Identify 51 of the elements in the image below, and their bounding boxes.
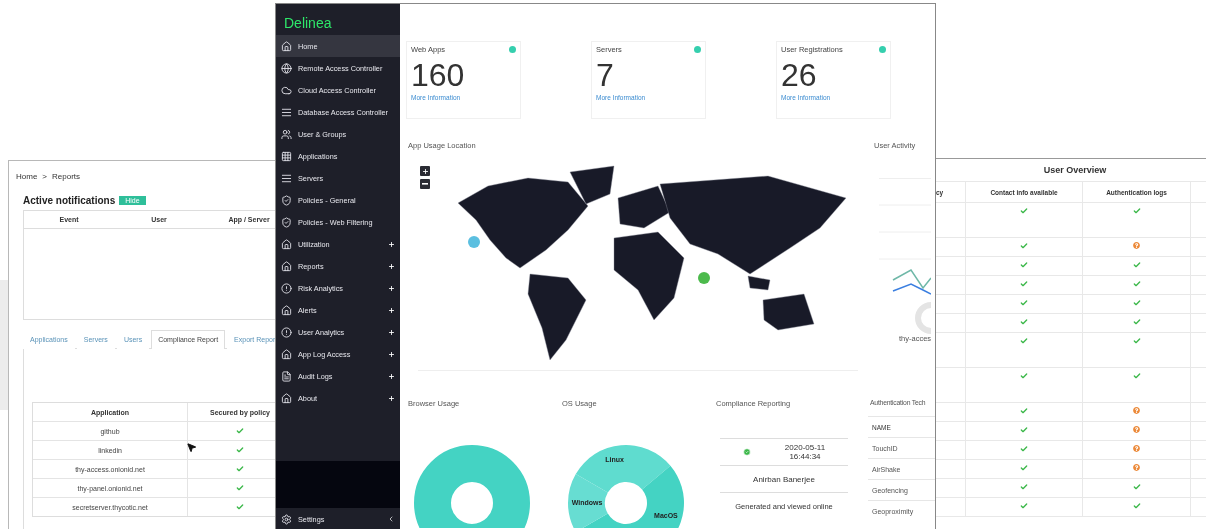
cloud-icon (281, 84, 292, 96)
users-icon (281, 128, 292, 140)
plus-icon (388, 284, 395, 292)
chevron-icon (387, 515, 395, 523)
shield-icon (281, 194, 292, 206)
plus-icon (388, 372, 395, 380)
document-icon (281, 370, 292, 382)
breadcrumb-item[interactable]: Home (16, 172, 38, 181)
globe-icon (281, 62, 292, 74)
plus-icon (388, 306, 395, 314)
breadcrumb-item[interactable]: Reports (52, 172, 81, 181)
report-time: 16:44:34 (789, 452, 821, 461)
plus-icon (388, 240, 395, 248)
alert-icon (281, 326, 292, 338)
grid-icon (281, 150, 292, 162)
location-marker-icon[interactable] (468, 236, 480, 248)
house-icon (281, 348, 292, 360)
minus-icon (422, 183, 428, 185)
status-dot-icon (694, 46, 701, 53)
house-icon (281, 40, 292, 52)
logo[interactable]: Delinea (276, 4, 400, 35)
house-icon (281, 392, 292, 404)
zoom-out-button[interactable] (420, 179, 430, 189)
check-circle-icon (742, 448, 751, 456)
status-dot-icon (509, 46, 516, 53)
breadcrumb-item: > (42, 172, 47, 181)
stat-value: 26 (781, 56, 817, 94)
shield-icon (281, 216, 292, 228)
settings-icon (281, 513, 292, 525)
ring-chart-drawing (915, 302, 931, 334)
status-dot-icon (879, 46, 886, 53)
stat-value: 160 (411, 56, 465, 94)
report-user: Anirban Banerjee (753, 474, 815, 484)
plus-icon (421, 167, 429, 175)
list-icon (281, 106, 292, 118)
alert-icon (281, 282, 292, 294)
stat-value: 7 (596, 56, 614, 94)
plus-icon (388, 394, 395, 402)
plus-icon (388, 350, 395, 358)
house-icon (281, 304, 292, 316)
house-icon (281, 238, 292, 250)
plus-icon (388, 262, 395, 270)
location-marker-icon[interactable] (698, 272, 710, 284)
section-title: Active notifications (23, 195, 116, 206)
list-icon (281, 172, 292, 184)
window-title: User Overview (936, 159, 1206, 182)
zoom-in-button[interactable] (420, 166, 430, 176)
cursor-icon (186, 442, 197, 453)
house-icon (281, 260, 292, 272)
plus-icon (388, 328, 395, 336)
report-date: 2020-05-11 (784, 443, 826, 452)
